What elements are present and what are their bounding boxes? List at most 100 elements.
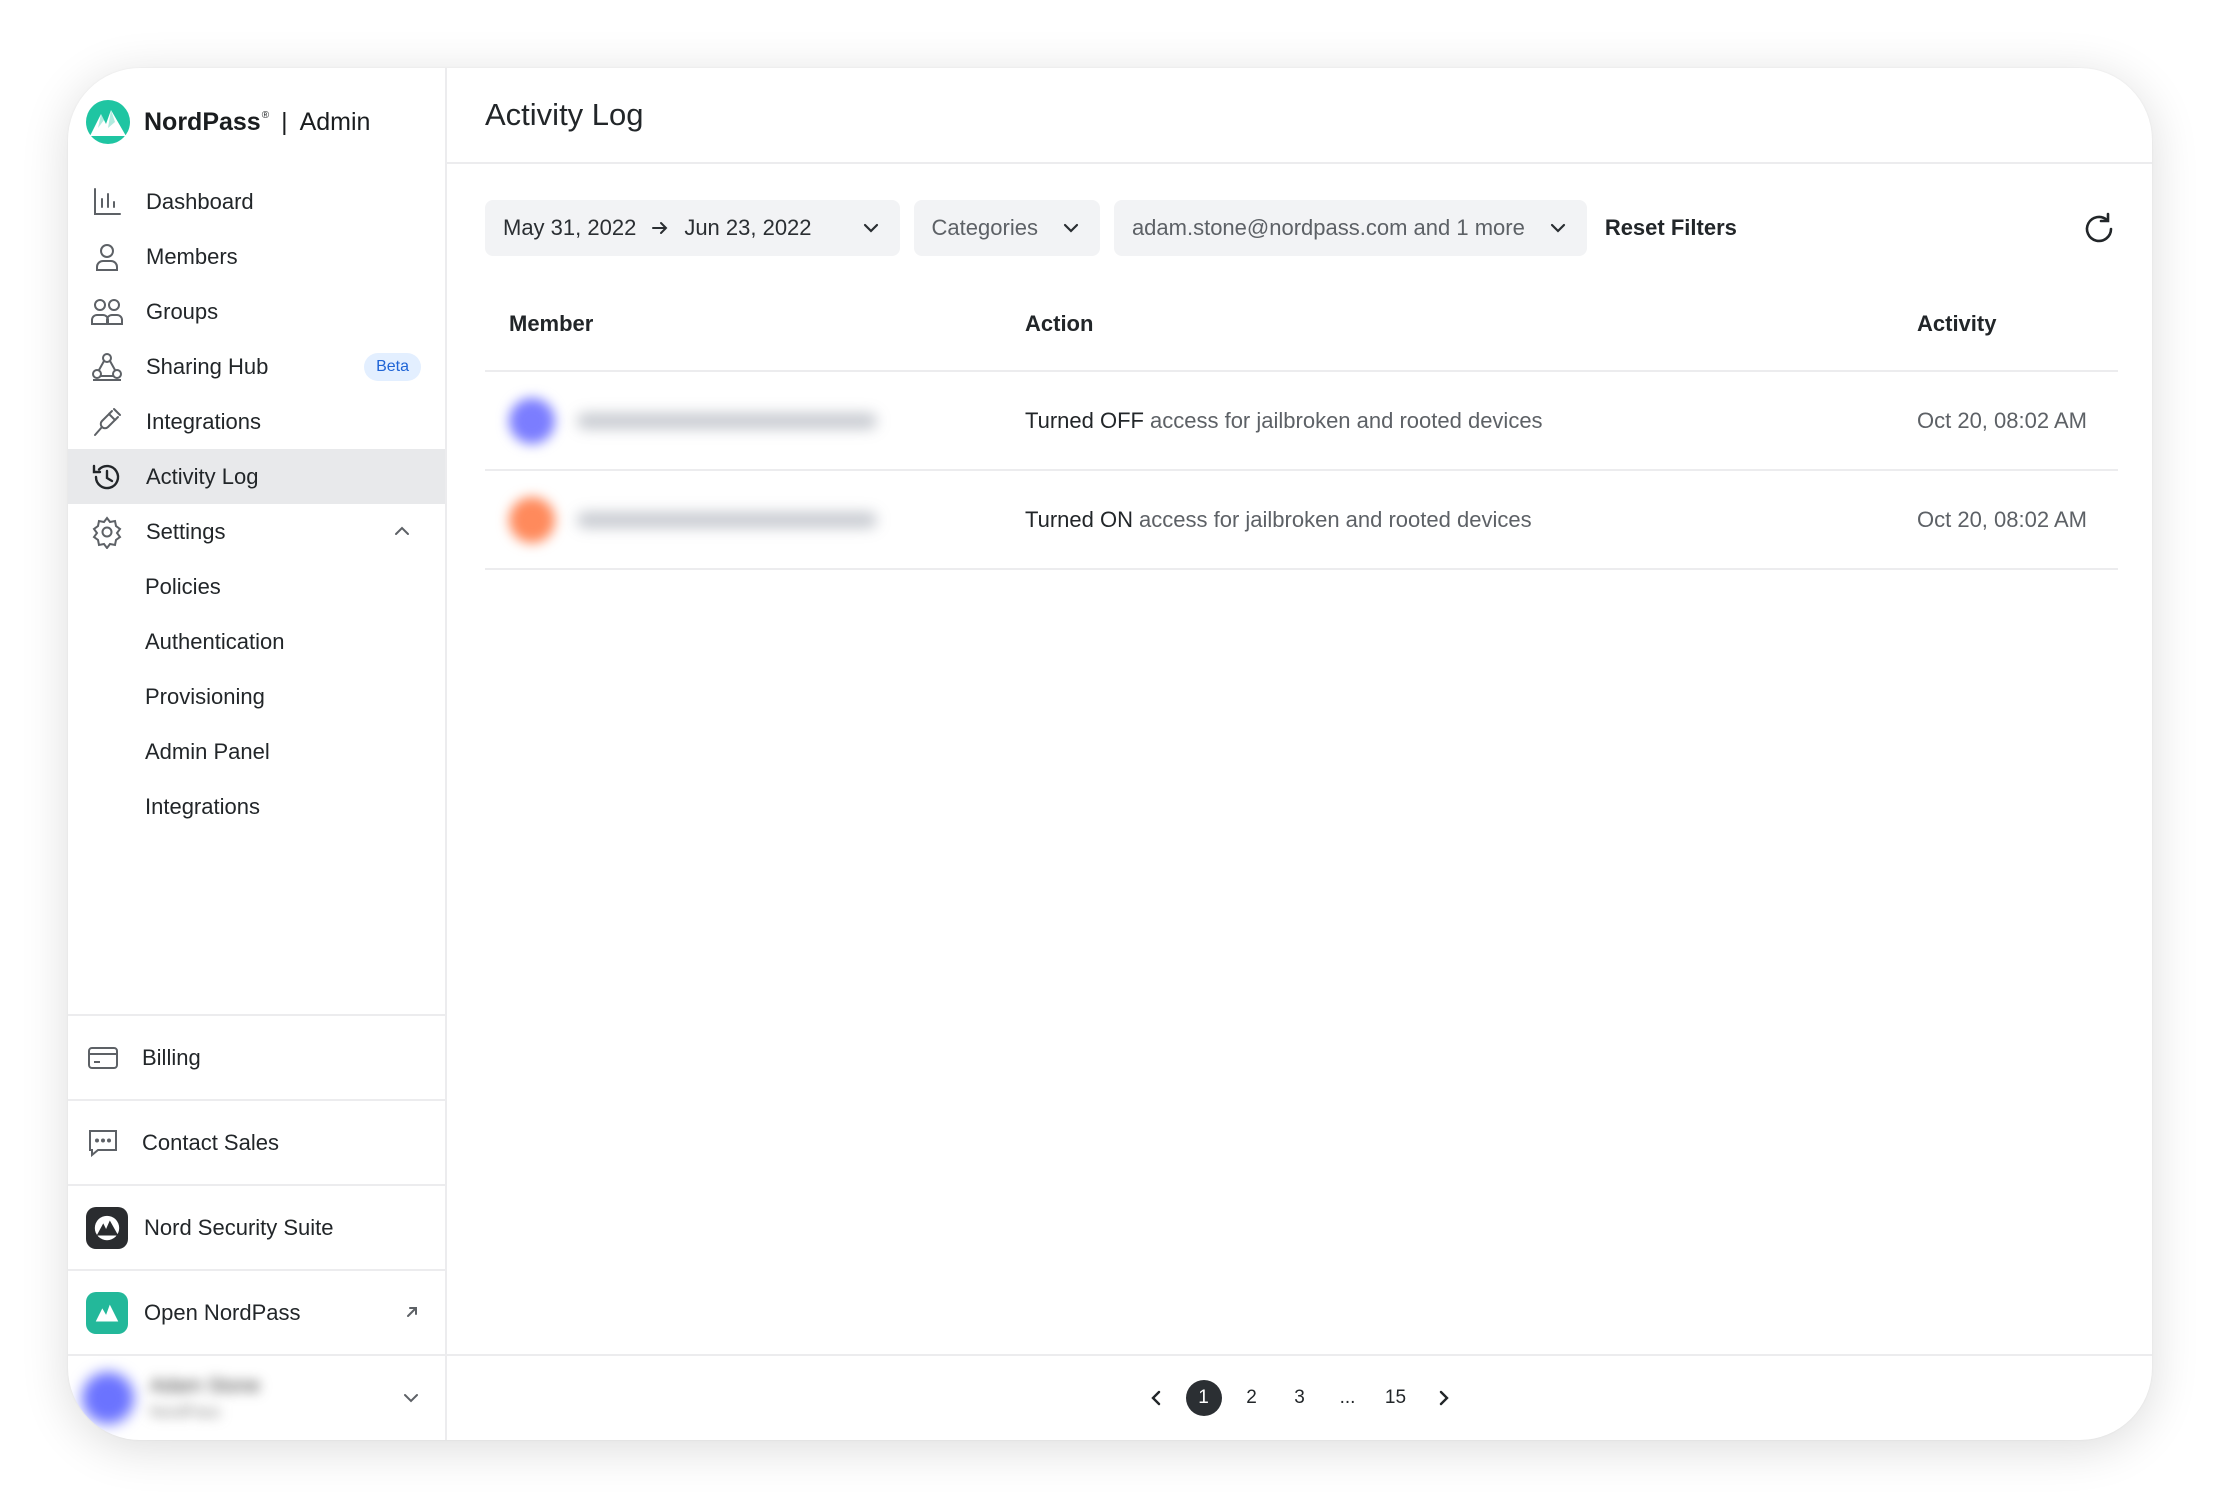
billing-label: Billing bbox=[142, 1044, 201, 1070]
nord-security-suite-link[interactable]: Nord Security Suite bbox=[68, 1184, 445, 1269]
chevron-down-icon bbox=[1063, 223, 1079, 233]
page-button-1[interactable]: 1 bbox=[1185, 1380, 1222, 1416]
reset-filters-button[interactable]: Reset Filters bbox=[1605, 215, 1737, 241]
filter-bar: May 31, 2022 Jun 23, 2022 Categories ada… bbox=[485, 200, 2120, 256]
people-icon bbox=[90, 295, 124, 329]
chevron-down-icon bbox=[1550, 223, 1565, 233]
action-cell: Turned OFF access for jailbroken and roo… bbox=[1025, 372, 1543, 469]
page-ellipsis: ... bbox=[1339, 1387, 1356, 1408]
user-org: NordPass bbox=[150, 1403, 221, 1421]
sidebar-item-settings[interactable]: Settings bbox=[68, 504, 445, 559]
external-link-icon bbox=[407, 1307, 417, 1317]
sharing-hub-icon bbox=[90, 350, 124, 384]
avatar bbox=[82, 1372, 134, 1424]
sidebar: NordPass® | Admin Dashboard Members Grou… bbox=[68, 68, 447, 1440]
user-menu[interactable]: Adam Stone NordPass bbox=[68, 1354, 445, 1440]
avatar bbox=[509, 496, 555, 543]
action-verb: Turned OFF bbox=[1025, 407, 1144, 433]
nord-security-suite-label: Nord Security Suite bbox=[144, 1214, 334, 1240]
sidebar-item-label: Dashboard bbox=[146, 188, 254, 214]
table-header: Member Action Activity bbox=[485, 278, 2118, 372]
chevron-right-icon bbox=[1439, 1390, 1449, 1406]
sidebar-subitem-integrations[interactable]: Integrations bbox=[68, 779, 445, 834]
chevron-down-icon bbox=[863, 223, 878, 233]
action-verb: Turned ON bbox=[1025, 506, 1134, 532]
app-window: NordPass® | Admin Dashboard Members Grou… bbox=[68, 68, 2152, 1440]
sidebar-item-label: Integrations bbox=[146, 408, 261, 434]
activity-time: Oct 20, 08:02 AM bbox=[1917, 407, 2087, 433]
billing-link[interactable]: Billing bbox=[68, 1014, 445, 1099]
sidebar-item-label: Members bbox=[146, 243, 238, 269]
chat-icon bbox=[86, 1126, 120, 1160]
categories-label: Categories bbox=[931, 215, 1038, 240]
page-button-3[interactable]: 3 bbox=[1282, 1380, 1318, 1416]
date-from: May 31, 2022 bbox=[503, 215, 637, 240]
member-email-redacted bbox=[577, 511, 877, 528]
brand-name: NordPass® bbox=[144, 107, 270, 136]
refresh-icon[interactable] bbox=[2080, 210, 2118, 248]
activity-table: Member Action Activity Turned OFF access… bbox=[485, 278, 2118, 570]
open-nordpass-link[interactable]: Open NordPass bbox=[68, 1269, 445, 1354]
page-button-2[interactable]: 2 bbox=[1234, 1380, 1270, 1416]
page-title: Activity Log bbox=[485, 97, 644, 132]
table-row[interactable]: Turned OFF access for jailbroken and roo… bbox=[485, 372, 2118, 471]
column-header-action: Action bbox=[1025, 311, 1094, 336]
column-header-member: Member bbox=[509, 311, 594, 336]
date-range-filter[interactable]: May 31, 2022 Jun 23, 2022 bbox=[485, 200, 900, 256]
categories-filter[interactable]: Categories bbox=[913, 200, 1100, 256]
arrow-right-icon bbox=[652, 222, 668, 234]
history-icon bbox=[90, 460, 124, 494]
sidebar-item-activity-log[interactable]: Activity Log bbox=[68, 449, 445, 504]
sidebar-subitem-admin-panel[interactable]: Admin Panel bbox=[68, 724, 445, 779]
plug-icon bbox=[90, 405, 124, 439]
bar-chart-icon bbox=[90, 185, 124, 219]
chevron-left-icon bbox=[1150, 1390, 1160, 1406]
main-header: Activity Log bbox=[447, 68, 2152, 164]
date-to: Jun 23, 2022 bbox=[684, 215, 812, 240]
sidebar-nav: Dashboard Members Groups Sharing Hub Bet… bbox=[68, 174, 445, 834]
member-email-redacted bbox=[577, 412, 877, 429]
sidebar-subitem-provisioning[interactable]: Provisioning bbox=[68, 669, 445, 724]
next-page-button[interactable] bbox=[1426, 1380, 1462, 1416]
nordpass-logo-icon bbox=[86, 100, 130, 144]
sidebar-subitem-policies[interactable]: Policies bbox=[68, 559, 445, 614]
member-cell bbox=[509, 471, 877, 568]
gear-icon bbox=[90, 515, 124, 549]
chevron-down-icon[interactable] bbox=[399, 1386, 423, 1410]
person-icon bbox=[90, 240, 124, 274]
nordpass-app-icon bbox=[86, 1291, 128, 1334]
nord-security-icon bbox=[86, 1206, 128, 1249]
sidebar-subitem-authentication[interactable]: Authentication bbox=[68, 614, 445, 669]
credit-card-icon bbox=[86, 1041, 120, 1075]
prev-page-button[interactable] bbox=[1138, 1380, 1174, 1416]
contact-sales-link[interactable]: Contact Sales bbox=[68, 1099, 445, 1184]
sidebar-item-label: Settings bbox=[146, 518, 226, 544]
open-nordpass-label: Open NordPass bbox=[144, 1299, 301, 1325]
contact-sales-label: Contact Sales bbox=[142, 1129, 279, 1155]
members-filter-value: adam.stone@nordpass.com and 1 more bbox=[1131, 215, 1525, 240]
main-content: Activity Log May 31, 2022 Jun 23, 2022 C… bbox=[447, 68, 2152, 1440]
brand-product: Admin bbox=[299, 107, 371, 136]
action-cell: Turned ON access for jailbroken and root… bbox=[1025, 471, 1532, 568]
chevron-up-icon[interactable] bbox=[391, 520, 413, 542]
table-row[interactable]: Turned ON access for jailbroken and root… bbox=[485, 471, 2118, 570]
sidebar-item-integrations[interactable]: Integrations bbox=[68, 394, 445, 449]
user-name: Adam Stone bbox=[150, 1374, 261, 1397]
sidebar-item-label: Sharing Hub bbox=[146, 353, 269, 379]
sidebar-item-label: Activity Log bbox=[146, 463, 259, 489]
pagination: 1 2 3 ... 15 bbox=[447, 1354, 2152, 1440]
members-filter[interactable]: adam.stone@nordpass.com and 1 more bbox=[1113, 200, 1587, 256]
sidebar-item-label: Groups bbox=[146, 298, 219, 324]
sidebar-item-dashboard[interactable]: Dashboard bbox=[68, 174, 445, 229]
activity-time: Oct 20, 08:02 AM bbox=[1917, 506, 2087, 532]
beta-badge: Beta bbox=[364, 353, 421, 381]
sidebar-item-sharing-hub[interactable]: Sharing Hub Beta bbox=[68, 339, 445, 394]
brand[interactable]: NordPass® | Admin bbox=[84, 94, 370, 150]
user-info: Adam Stone NordPass bbox=[150, 1375, 260, 1422]
sidebar-item-groups[interactable]: Groups bbox=[68, 284, 445, 339]
sidebar-bottom: Billing Contact Sales Nord Security Suit… bbox=[68, 1014, 445, 1354]
avatar bbox=[509, 397, 555, 444]
brand-separator: | bbox=[281, 107, 288, 136]
sidebar-item-members[interactable]: Members bbox=[68, 229, 445, 284]
page-button-15[interactable]: 15 bbox=[1378, 1380, 1414, 1416]
